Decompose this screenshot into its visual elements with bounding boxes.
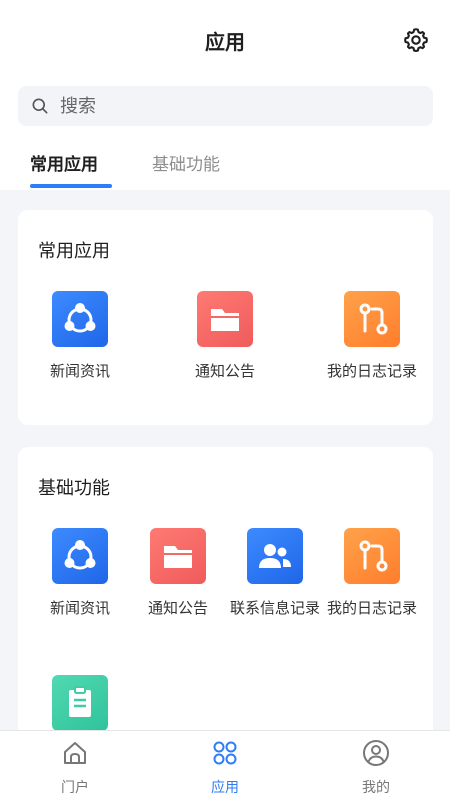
gear-icon[interactable]	[402, 26, 430, 54]
bottom-tab-bar: 门户 应用 我的	[0, 730, 450, 800]
clipboard-icon	[52, 675, 108, 731]
header: 应用	[0, 0, 450, 80]
log-icon	[344, 528, 400, 584]
folder-icon	[150, 528, 206, 584]
tabbar-label: 门户	[61, 780, 89, 796]
search-icon	[32, 98, 48, 114]
app-label: 通知公告	[147, 599, 208, 617]
profile-icon	[363, 740, 389, 766]
app-label: 我的日志记录	[326, 362, 417, 380]
folder-icon	[197, 291, 253, 347]
search-input[interactable]	[60, 86, 420, 126]
search-bar[interactable]	[18, 86, 433, 126]
app-label: 我的日志记录	[326, 599, 417, 617]
news-icon	[52, 528, 108, 584]
tabbar-item-portal[interactable]: 门户	[25, 731, 125, 800]
app-label: 新闻资讯	[49, 362, 110, 380]
section-card-basic-functions: 基础功能 新闻资讯 通知公告 联系信息记录 我的日志记录	[18, 447, 433, 747]
section-title: 常用应用	[38, 241, 110, 262]
tabbar-item-mine[interactable]: 我的	[326, 731, 426, 800]
app-label: 新闻资讯	[49, 599, 110, 617]
home-icon	[64, 742, 86, 764]
tabbar-label: 我的	[362, 780, 390, 796]
contacts-icon	[247, 528, 303, 584]
app-label: 通知公告	[194, 362, 255, 380]
active-tab-indicator	[30, 184, 112, 188]
tabbar-label: 应用	[211, 780, 239, 796]
top-area: 应用 常用应用 基础功能	[0, 0, 450, 190]
tab-common-apps[interactable]: 常用应用	[30, 150, 98, 175]
page-title: 应用	[205, 30, 245, 54]
apps-grid-icon	[213, 741, 237, 765]
tabbar-item-apps[interactable]: 应用	[175, 731, 275, 800]
app-label: 联系信息记录	[229, 599, 320, 617]
section-title: 基础功能	[38, 478, 110, 499]
log-icon	[344, 291, 400, 347]
section-card-common-apps: 常用应用 新闻资讯 通知公告 我的日志记录	[18, 210, 433, 425]
tab-basic-functions[interactable]: 基础功能	[152, 150, 220, 175]
news-icon	[52, 291, 108, 347]
